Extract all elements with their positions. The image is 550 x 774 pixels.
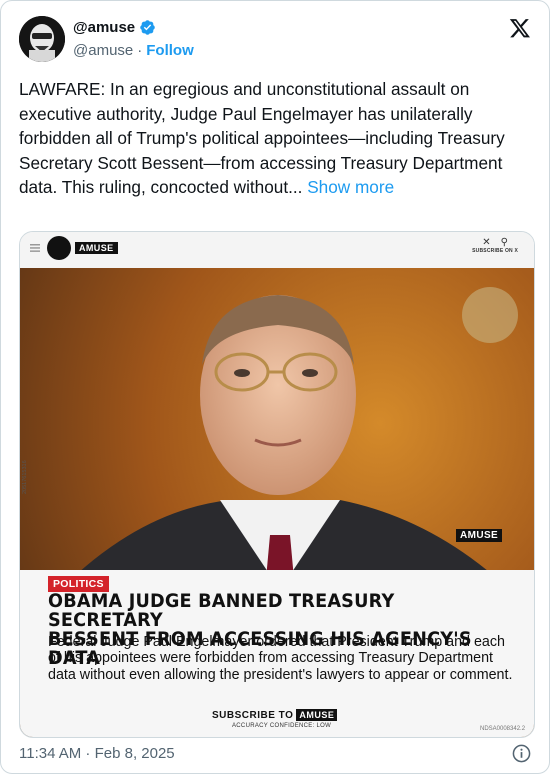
display-name[interactable]: @amuse: [73, 19, 135, 36]
avatar[interactable]: [19, 16, 65, 62]
media-image[interactable]: AMUSE ✕ ⚲ SUBSCRIBE ON X AMUSE 205176153…: [19, 231, 535, 738]
menu-icon: [30, 244, 40, 252]
search-icon: ⚲: [500, 237, 508, 248]
timestamp[interactable]: 11:34 AM · Feb 8, 2025: [19, 745, 175, 762]
tweet-card: @amuse @amuse · Follow LAWFARE: In an eg…: [0, 0, 550, 774]
accuracy-note: ACCURACY CONFIDENCE: LOW: [232, 723, 332, 729]
show-more-link[interactable]: Show more: [307, 177, 394, 197]
document-id: NDSA0008342.2: [480, 726, 526, 732]
media-top-right: ✕ ⚲ SUBSCRIBE ON X: [472, 237, 518, 254]
x-logo-icon[interactable]: [509, 17, 531, 39]
subscribe-badge: AMUSE: [296, 709, 338, 721]
close-icon: ✕: [482, 237, 491, 248]
photo-watermark: AMUSE: [456, 529, 503, 542]
media-brand-badge: AMUSE: [75, 242, 118, 254]
follow-button[interactable]: Follow: [146, 42, 194, 59]
subscribe-label: SUBSCRIBE TO: [212, 709, 294, 721]
handle-row: @amuse · Follow: [73, 42, 194, 59]
subscribe-banner: SUBSCRIBE TO AMUSE: [212, 709, 338, 721]
author-name-row: @amuse: [73, 19, 156, 36]
subscribe-on-x: SUBSCRIBE ON X: [472, 248, 518, 254]
headline-line-1: OBAMA JUDGE BANNED TREASURY SECRETARY: [48, 590, 395, 631]
tweet-body: LAWFARE: In an egregious and unconstitut…: [19, 79, 505, 197]
verified-badge-icon: [140, 20, 155, 35]
caption-body: Federal Judge Paul Engelmayer ordered th…: [48, 634, 513, 683]
tweet-text: LAWFARE: In an egregious and unconstitut…: [19, 77, 534, 200]
info-icon[interactable]: [512, 744, 531, 763]
separator: ·: [137, 42, 143, 59]
media-avatar: [47, 236, 71, 260]
side-code: 20517615316: [22, 460, 28, 494]
handle[interactable]: @amuse: [73, 42, 133, 59]
